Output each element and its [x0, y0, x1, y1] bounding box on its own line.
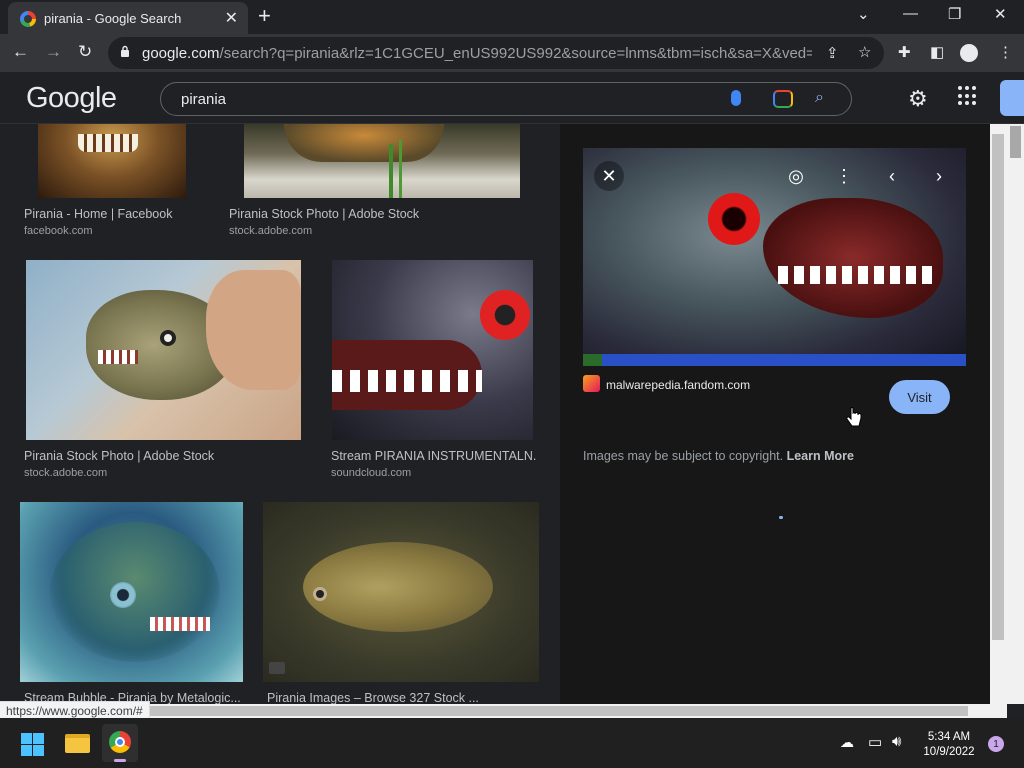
- back-icon[interactable]: ←: [12, 42, 29, 62]
- learn-more-link[interactable]: Learn More: [787, 449, 854, 463]
- network-icon[interactable]: ▭: [868, 733, 882, 751]
- clock-time: 5:34 AM: [927, 731, 971, 743]
- profile-icon[interactable]: [960, 44, 978, 62]
- horizontal-scrollbar[interactable]: [0, 704, 1007, 718]
- restore-icon[interactable]: ❐: [948, 5, 961, 23]
- visit-button[interactable]: Visit: [889, 380, 950, 414]
- preview-scrollbar-thumb[interactable]: [992, 134, 1004, 640]
- tab-title: pirania - Google Search: [44, 11, 182, 26]
- google-header: Google pirania ⌕ ⚙: [0, 72, 1024, 124]
- microphone-icon[interactable]: [731, 90, 741, 106]
- result-caption[interactable]: Pirania - Home | Facebook: [24, 207, 204, 221]
- taskbar-clock[interactable]: 5:34 AM 10/9/2022: [916, 730, 982, 760]
- share-icon[interactable]: ⇪: [826, 44, 839, 62]
- result-image[interactable]: [332, 260, 533, 440]
- page-scrollbar-thumb[interactable]: [1010, 126, 1021, 158]
- result-caption[interactable]: Pirania Images – Browse 327 Stock ...: [267, 691, 537, 704]
- preview-site-name[interactable]: malwarepedia.fandom.com: [606, 378, 750, 392]
- side-panel-icon[interactable]: ◧: [930, 43, 944, 61]
- search-icon[interactable]: ⌕: [815, 89, 824, 107]
- search-input[interactable]: pirania: [181, 91, 226, 108]
- chrome-taskbar-button[interactable]: [102, 724, 138, 762]
- google-favicon-icon: [20, 11, 36, 27]
- image-preview-panel: ✕ ◎ ⋮ ‹ › malwarepedia.fandom.com Visit …: [560, 124, 990, 704]
- site-favicon-icon: [583, 375, 600, 392]
- result-image[interactable]: [263, 502, 539, 682]
- extensions-icon[interactable]: ✚: [898, 43, 911, 61]
- google-logo[interactable]: Google: [26, 82, 117, 115]
- horizontal-scrollbar-thumb[interactable]: [6, 706, 968, 716]
- result-image[interactable]: [38, 124, 186, 198]
- volume-icon[interactable]: 🔊︎: [892, 733, 901, 750]
- image-type-icon: [269, 662, 285, 674]
- hand-cursor-icon: [846, 407, 862, 427]
- page-scrollbar[interactable]: [1007, 124, 1024, 704]
- bookmark-star-icon[interactable]: ☆: [858, 43, 871, 61]
- loading-spinner: [779, 516, 783, 519]
- result-source: stock.adobe.com: [24, 467, 108, 479]
- tab-search-icon[interactable]: ⌄: [857, 5, 870, 23]
- reload-icon[interactable]: ↻: [78, 42, 92, 62]
- next-image-icon[interactable]: ›: [924, 161, 954, 191]
- preview-image[interactable]: ✕ ◎ ⋮ ‹ ›: [583, 148, 966, 366]
- account-avatar[interactable]: [1000, 80, 1024, 116]
- more-options-icon[interactable]: ⋮: [829, 161, 859, 191]
- new-tab-button[interactable]: +: [258, 3, 271, 29]
- browser-toolbar: ← → ↻ google.com/search?q=pirania&rlz=1C…: [0, 34, 1024, 72]
- menu-kebab-icon[interactable]: ⋮: [998, 43, 1013, 61]
- windows-start-icon[interactable]: [21, 733, 44, 756]
- search-box[interactable]: pirania ⌕: [160, 82, 852, 116]
- browser-tab[interactable]: pirania - Google Search ✕: [8, 2, 248, 34]
- previous-image-icon[interactable]: ‹: [877, 161, 907, 191]
- result-image[interactable]: [244, 124, 520, 198]
- result-caption[interactable]: Pirania Stock Photo | Adobe Stock: [229, 207, 489, 221]
- result-image[interactable]: [20, 502, 243, 682]
- file-explorer-icon[interactable]: [65, 734, 90, 753]
- close-tab-icon[interactable]: ✕: [225, 8, 238, 28]
- cloud-offline-icon[interactable]: ☁: [840, 734, 854, 751]
- minimize-icon[interactable]: —: [903, 5, 918, 22]
- tab-strip: pirania - Google Search ✕ + ⌄ — ❐ ✕: [0, 0, 1024, 34]
- address-bar[interactable]: google.com/search?q=pirania&rlz=1C1GCEU_…: [108, 37, 884, 69]
- copyright-notice: Images may be subject to copyright. Lear…: [583, 449, 854, 463]
- result-source: soundcloud.com: [331, 467, 412, 479]
- google-apps-icon[interactable]: [958, 86, 978, 106]
- result-source: stock.adobe.com: [229, 225, 313, 237]
- result-caption[interactable]: Pirania Stock Photo | Adobe Stock: [24, 449, 304, 463]
- lens-search-icon[interactable]: ◎: [781, 161, 811, 191]
- image-results-grid: Pirania - Home | Facebook facebook.com P…: [0, 124, 560, 704]
- preview-scrollbar[interactable]: [990, 124, 1007, 704]
- google-lens-icon[interactable]: [773, 90, 793, 108]
- result-source: facebook.com: [24, 225, 93, 237]
- close-window-icon[interactable]: ✕: [994, 5, 1007, 23]
- settings-gear-icon[interactable]: ⚙: [908, 86, 928, 112]
- lock-icon: [121, 45, 129, 57]
- url-text: google.com/search?q=pirania&rlz=1C1GCEU_…: [142, 45, 812, 62]
- clock-date: 10/9/2022: [923, 746, 975, 758]
- result-image[interactable]: [26, 260, 301, 440]
- close-preview-icon[interactable]: ✕: [594, 161, 624, 191]
- notification-badge[interactable]: 1: [988, 736, 1004, 752]
- windows-taskbar: ☁ ▭ 🔊︎ 5:34 AM 10/9/2022 1: [0, 718, 1024, 768]
- result-caption[interactable]: Stream PIRANIA INSTRUMENTALN...: [331, 449, 536, 463]
- forward-icon[interactable]: →: [45, 42, 62, 62]
